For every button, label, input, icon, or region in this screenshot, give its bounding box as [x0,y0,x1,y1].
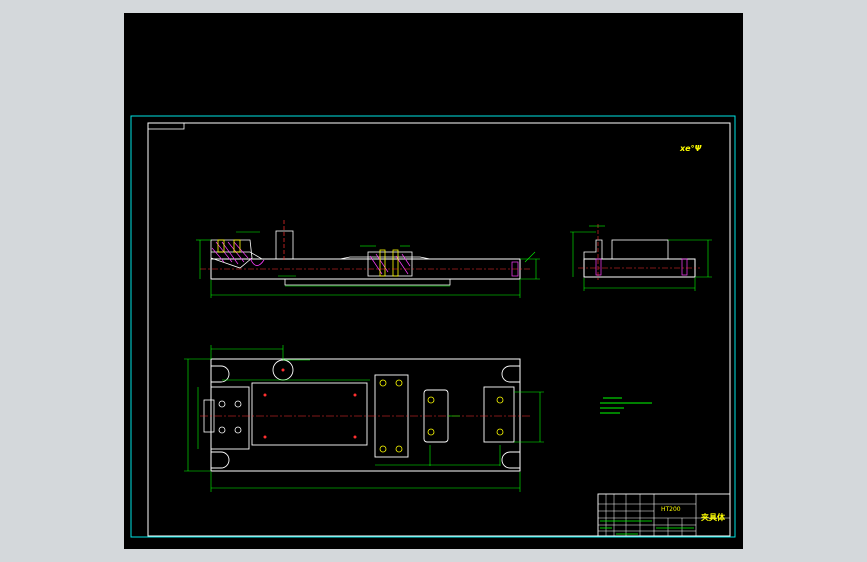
title-note: xe°Ψ [679,144,702,153]
plan-center-hole-1 [263,393,267,397]
front-left-hatch [211,241,249,265]
side-top-profile [583,239,603,259]
tech-notes [600,397,652,414]
plan-center-rect [251,382,368,446]
plan-right-hole-1 [496,396,504,404]
plan-mid-hole-1 [379,379,387,387]
plan-center-hole-3 [263,435,267,439]
front-view [196,220,540,298]
plan-slot-hole-2 [427,428,435,436]
plan-left-hole-1 [218,400,226,408]
plan-view [184,345,544,492]
plan-dimensions [184,345,544,492]
plan-mid-hole-3 [379,445,387,453]
side-bore-right [681,258,688,276]
front-top-profile [211,251,520,260]
plan-left-hole-3 [218,426,226,434]
side-bore-left [595,258,602,276]
plan-right-hole-2 [496,428,504,436]
plan-slot-tl [211,365,230,383]
corner-tab [147,122,185,130]
plan-slot-hole-1 [427,396,435,404]
plan-slot-tr [501,365,520,383]
plan-slot-bl [211,451,230,469]
title-block-code: HT200 [661,506,681,513]
plan-center-hole-2 [353,393,357,397]
cad-viewport[interactable]: xe°Ψ HT200 夹具体 [0,0,867,562]
drawing-svg: xe°Ψ HT200 夹具体 [130,115,736,538]
title-block-name: 夹具体 [701,512,726,522]
side-view [570,224,712,291]
title-block: HT200 夹具体 [597,493,731,537]
plan-right-block [483,386,515,443]
plan-left-hole-4 [234,426,242,434]
sheet-frame [130,115,736,538]
front-lower-recess [284,279,451,286]
drawing-border [147,122,731,537]
plan-mid-hole-2 [395,379,403,387]
plan-outline [210,358,521,472]
plan-slot-br [501,451,520,469]
plan-center-hole-4 [353,435,357,439]
plan-post-center [281,368,285,372]
front-mid-bore-2 [392,249,399,277]
side-upper-block [611,239,669,260]
front-post [275,230,294,260]
front-mid-clamp [367,251,413,277]
plan-mid-hole-4 [395,445,403,453]
plan-left-hole-2 [234,400,242,408]
plan-left-block [210,386,250,450]
